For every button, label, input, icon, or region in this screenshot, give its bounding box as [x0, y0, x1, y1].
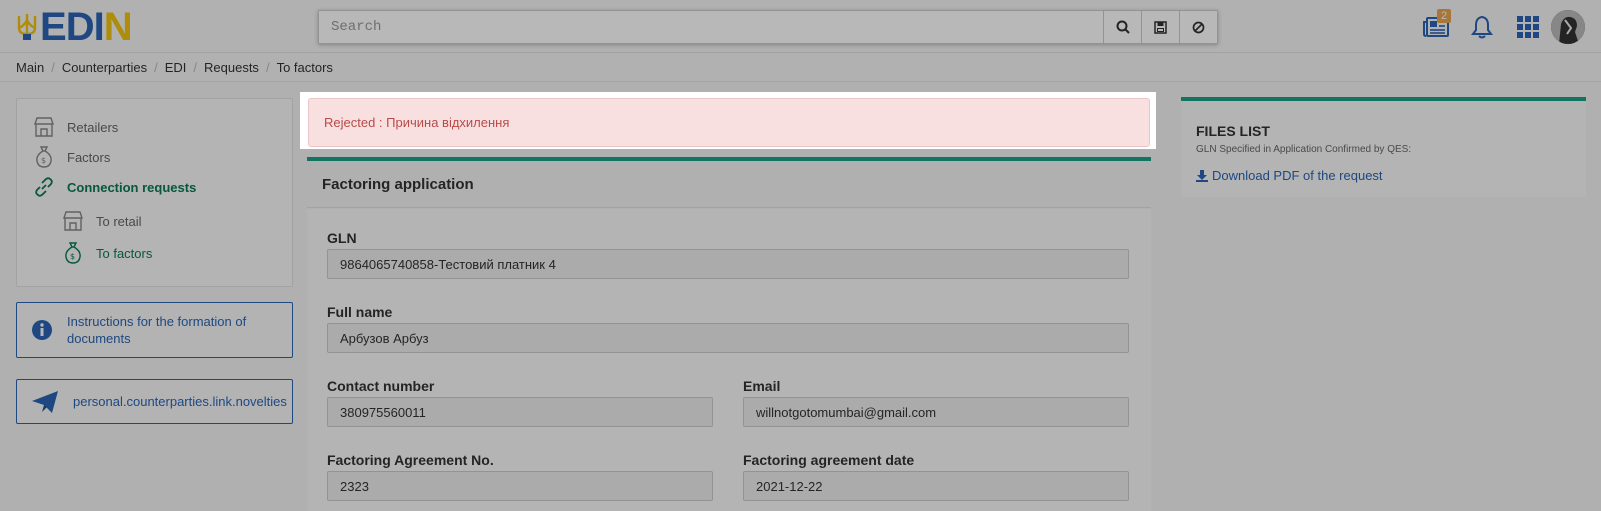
email-field[interactable]: willnotgotomumbai@gmail.com	[743, 397, 1129, 427]
gln-field[interactable]: 9864065740858-Тестовий платник 4	[327, 249, 1129, 279]
paper-plane-icon	[32, 390, 58, 413]
bell-icon	[1471, 15, 1493, 39]
email-value: willnotgotomumbai@gmail.com	[756, 404, 937, 420]
breadcrumb-separator: /	[154, 60, 158, 75]
header-actions: 2	[1413, 8, 1601, 46]
contact-number-label: Contact number	[327, 378, 435, 394]
breadcrumb-separator: /	[193, 60, 198, 75]
gln-value: 9864065740858-Тестовий платник 4	[340, 256, 556, 272]
breadcrumb: Main / Counterparties / EDI / Requests / To …	[0, 54, 1601, 82]
clear-icon	[1192, 21, 1205, 33]
search-icon	[1116, 20, 1130, 34]
fullname-field[interactable]: Арбузов Арбуз	[327, 323, 1129, 353]
money-bag-icon: $	[31, 145, 57, 169]
instructions-link[interactable]: Instructions for the formation of docume…	[16, 302, 293, 358]
novelties-link[interactable]: personal.counterparties.link.novelties	[16, 379, 293, 424]
sidebar-item-label: To factors	[96, 245, 153, 261]
sidebar-nav: Retailers $ Factors Connection requests …	[16, 98, 293, 287]
sidebar-item-retailers[interactable]: Retailers	[31, 115, 118, 139]
search-input[interactable]	[319, 11, 1103, 43]
breadcrumb-edi[interactable]: EDI	[165, 60, 187, 75]
store-icon	[31, 115, 57, 139]
link-icon	[31, 175, 57, 199]
sidebar-item-connection-requests[interactable]: Connection requests	[31, 175, 196, 199]
contact-number-field[interactable]: 380975560011	[327, 397, 713, 427]
sidebar-item-label: Retailers	[67, 119, 119, 135]
instructions-label: Instructions for the formation of docume…	[67, 314, 247, 346]
top-header: EDIN 2	[0, 0, 1601, 53]
breadcrumb-to-factors: To factors	[276, 60, 333, 75]
download-pdf-link[interactable]: Download PDF of the request	[1196, 168, 1383, 183]
search-bar	[318, 10, 1218, 44]
news-button[interactable]: 2	[1413, 8, 1459, 46]
trident-icon	[17, 14, 37, 40]
store-icon	[60, 209, 86, 233]
novelties-label: personal.counterparties.link.novelties	[73, 394, 287, 409]
rejection-alert: Rejected : Причина відхилення	[308, 98, 1150, 147]
money-bag-icon: $	[60, 241, 86, 265]
logo-wordmark: EDIN	[40, 5, 133, 49]
notifications-badge: 2	[1437, 9, 1452, 23]
breadcrumb-main[interactable]: Main	[16, 60, 44, 75]
agreement-number-value: 2323	[340, 478, 369, 494]
sidebar-item-label: To retail	[96, 213, 142, 229]
sidebar-item-label: Factors	[67, 149, 111, 165]
rejection-alert-text: Rejected : Причина відхилення	[324, 115, 510, 130]
notifications-button[interactable]	[1459, 8, 1505, 46]
sidebar-item-factors[interactable]: $ Factors	[31, 145, 110, 169]
apps-button[interactable]	[1505, 8, 1551, 46]
panel-title: Factoring application	[307, 161, 1151, 208]
agreement-date-field[interactable]: 2021-12-22	[743, 471, 1129, 501]
breadcrumb-requests[interactable]: Requests	[204, 60, 259, 75]
fullname-value: Арбузов Арбуз	[340, 330, 429, 346]
info-icon	[32, 320, 52, 340]
edin-logo[interactable]: EDIN	[16, 5, 133, 49]
agreement-date-label: Factoring agreement date	[743, 452, 915, 468]
svg-text:$: $	[41, 156, 46, 165]
agreement-number-field[interactable]: 2323	[327, 471, 713, 501]
files-list-title: FILES LIST	[1196, 123, 1270, 139]
sidebar-item-to-retail[interactable]: To retail	[60, 209, 142, 233]
application-form: GLN 9864065740858-Тестовий платник 4 Ful…	[307, 209, 1151, 511]
download-pdf-label: Download PDF of the request	[1212, 168, 1383, 183]
download-icon	[1196, 169, 1208, 182]
agreement-date-value: 2021-12-22	[756, 478, 823, 494]
factoring-application-panel: Factoring application GLN 9864065740858-…	[307, 157, 1151, 511]
sidebar-item-to-factors[interactable]: $ To factors	[60, 241, 152, 265]
files-list-subtitle: GLN Specified in Application Confirmed b…	[1196, 144, 1412, 155]
save-search-button[interactable]	[1141, 11, 1179, 43]
breadcrumb-separator: /	[51, 60, 55, 75]
sidebar-item-label: Connection requests	[67, 179, 197, 195]
gln-label: GLN	[327, 230, 357, 246]
clear-search-button[interactable]	[1179, 11, 1217, 43]
avatar[interactable]	[1551, 10, 1585, 44]
files-list-panel: FILES LIST GLN Specified in Application …	[1181, 97, 1586, 197]
search-button[interactable]	[1103, 11, 1141, 43]
breadcrumb-separator: /	[265, 60, 270, 75]
fullname-label: Full name	[327, 304, 393, 320]
app-root: EDIN 2	[0, 0, 1601, 511]
agreement-number-label: Factoring Agreement No.	[327, 452, 494, 468]
contact-number-value: 380975560011	[340, 404, 426, 420]
user-avatar-icon	[1551, 10, 1585, 44]
apps-grid-icon	[1517, 16, 1539, 38]
svg-text:$: $	[70, 252, 75, 261]
save-icon	[1154, 20, 1167, 34]
breadcrumb-counterparties[interactable]: Counterparties	[62, 60, 147, 75]
email-label: Email	[743, 378, 781, 394]
